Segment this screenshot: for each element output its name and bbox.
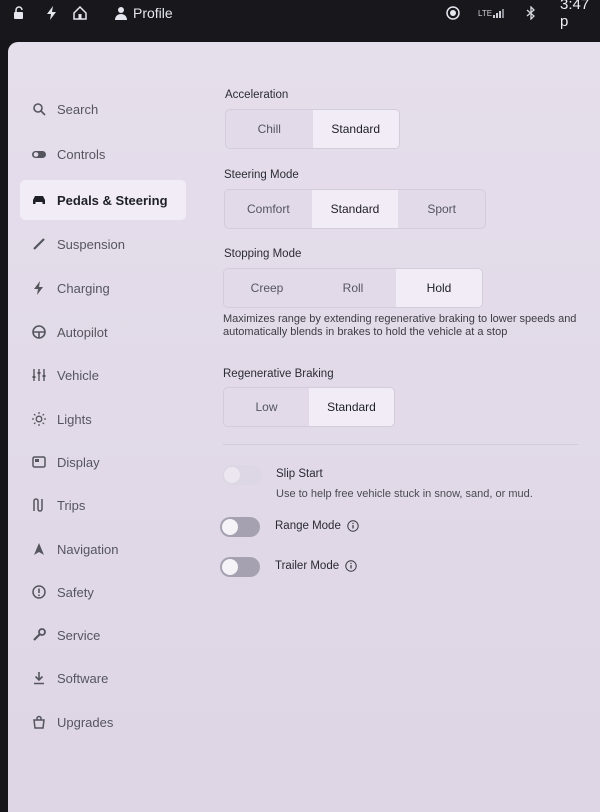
sidebar-item-charging[interactable]: Charging <box>20 268 185 308</box>
cellular-status: LTE <box>478 4 507 22</box>
bolt-icon <box>30 279 48 297</box>
display-icon <box>30 453 48 471</box>
route-icon <box>30 496 48 514</box>
navigation-icon <box>30 540 48 558</box>
trailer-mode-title: Trailer Mode <box>275 560 340 572</box>
time-display: 3:47 p <box>560 0 590 30</box>
regen-braking-label: Regenerative Braking <box>223 368 334 380</box>
sidebar-item-label: Lights <box>57 411 92 427</box>
sidebar-item-label: Navigation <box>57 541 119 557</box>
toggle-knob <box>222 559 238 575</box>
trailer-mode-toggle[interactable] <box>220 557 260 577</box>
sidebar-item-search[interactable]: Search <box>20 89 185 129</box>
acceleration-label: Acceleration <box>225 89 289 101</box>
stopping-mode-selector: Creep Roll Hold <box>223 268 483 308</box>
car-icon <box>30 191 48 209</box>
slip-start-description: Use to help free vehicle stuck in snow, … <box>276 488 533 500</box>
toggle-knob <box>222 519 238 535</box>
sidebar-item-vehicle[interactable]: Vehicle <box>20 355 185 395</box>
sidebar-item-autopilot[interactable]: Autopilot <box>20 312 185 352</box>
sidebar-item-trips[interactable]: Trips <box>20 485 185 525</box>
sidebar-item-label: Safety <box>57 584 94 600</box>
search-icon <box>30 100 48 118</box>
acceleration-standard-button[interactable]: Standard <box>312 110 399 148</box>
regen-braking-selector: Low Standard <box>223 387 395 427</box>
sliders-icon <box>30 366 48 384</box>
toggle-knob <box>224 467 240 483</box>
info-icon[interactable] <box>347 520 359 532</box>
sidebar-item-lights[interactable]: Lights <box>20 399 185 439</box>
alert-circle-icon <box>30 583 48 601</box>
steering-sport-button[interactable]: Sport <box>398 190 485 228</box>
sidebar-item-upgrades[interactable]: Upgrades <box>20 702 185 742</box>
profile-label: Profile <box>133 5 173 21</box>
stopping-creep-button[interactable]: Creep <box>224 269 310 307</box>
sidebar-item-label: Search <box>57 101 99 117</box>
sidebar-item-label: Pedals & Steering <box>57 192 168 208</box>
stopping-mode-label: Stopping Mode <box>224 248 302 260</box>
slip-start-toggle[interactable] <box>222 465 262 485</box>
bluetooth-icon[interactable] <box>526 4 536 22</box>
sidebar-item-service[interactable]: Service <box>20 615 185 655</box>
sidebar-item-label: Vehicle <box>57 367 99 383</box>
regen-low-button[interactable]: Low <box>224 388 309 426</box>
range-mode-title: Range Mode <box>275 520 341 532</box>
clock: 3:47 p <box>560 0 600 30</box>
regen-standard-button[interactable]: Standard <box>309 388 394 426</box>
person-icon <box>115 6 127 20</box>
steering-comfort-button[interactable]: Comfort <box>225 190 312 228</box>
profile-button[interactable]: Profile <box>115 4 173 22</box>
download-icon <box>30 669 48 687</box>
sidebar-item-software[interactable]: Software <box>20 658 185 698</box>
status-bar: Profile LTE 3:47 p <box>0 0 600 40</box>
range-mode-toggle[interactable] <box>220 517 260 537</box>
suspension-icon <box>30 235 48 253</box>
sidebar-item-display[interactable]: Display <box>20 442 185 482</box>
sun-icon <box>30 410 48 428</box>
bolt-icon[interactable] <box>46 4 58 22</box>
steering-mode-selector: Comfort Standard Sport <box>224 189 486 229</box>
steering-standard-button[interactable]: Standard <box>311 190 399 228</box>
acceleration-selector: Chill Standard <box>225 109 400 149</box>
steering-mode-label: Steering Mode <box>224 169 299 181</box>
section-divider <box>223 444 578 445</box>
info-icon[interactable] <box>345 560 357 572</box>
trailer-mode-row: Trailer Mode <box>275 560 357 572</box>
range-mode-row: Range Mode <box>275 520 359 532</box>
stopping-roll-button[interactable]: Roll <box>310 269 396 307</box>
home-icon[interactable] <box>72 4 88 22</box>
acceleration-chill-button[interactable]: Chill <box>226 110 313 148</box>
sentry-icon[interactable] <box>446 4 460 22</box>
sidebar-item-label: Suspension <box>57 236 125 252</box>
slip-start-title: Slip Start <box>276 468 323 480</box>
toggle-icon <box>30 145 48 163</box>
sidebar-item-label: Autopilot <box>57 324 108 340</box>
stopping-mode-description: Maximizes range by extending regenerativ… <box>223 313 577 338</box>
sidebar-item-controls[interactable]: Controls <box>20 134 185 174</box>
signal-icon <box>493 8 507 18</box>
sidebar-item-label: Upgrades <box>57 714 114 730</box>
sidebar-item-label: Charging <box>57 280 110 296</box>
sidebar-item-label: Controls <box>57 146 106 162</box>
wrench-icon <box>30 626 48 644</box>
steering-wheel-icon <box>30 323 48 341</box>
lock-icon[interactable] <box>12 4 26 22</box>
sidebar-item-safety[interactable]: Safety <box>20 572 185 612</box>
network-type: LTE <box>478 8 493 18</box>
sidebar-item-label: Display <box>57 454 100 470</box>
sidebar-item-navigation[interactable]: Navigation <box>20 529 185 569</box>
sidebar-item-suspension[interactable]: Suspension <box>20 224 185 264</box>
sidebar-item-label: Trips <box>57 497 86 513</box>
sidebar-item-label: Software <box>57 670 109 686</box>
bag-icon <box>30 713 48 731</box>
stopping-hold-button[interactable]: Hold <box>396 269 482 307</box>
sidebar-item-pedals-steering[interactable]: Pedals & Steering <box>20 180 186 220</box>
sidebar-item-label: Service <box>57 627 101 643</box>
